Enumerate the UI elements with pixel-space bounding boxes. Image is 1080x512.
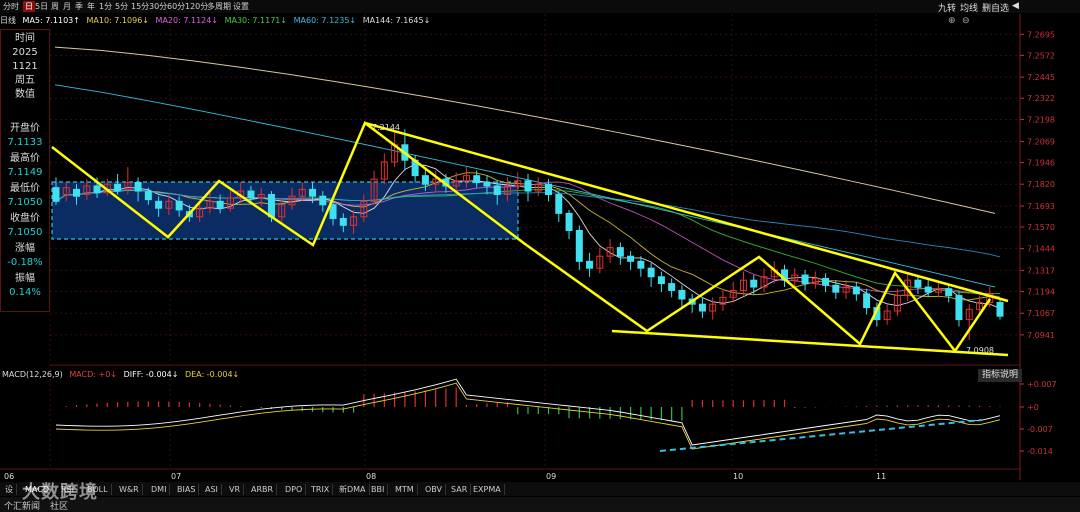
price-tick-label: 7.1444 bbox=[1027, 245, 1055, 254]
candle-body bbox=[637, 260, 645, 269]
candle-body bbox=[955, 295, 963, 321]
price-tick-label: 7.1693 bbox=[1027, 202, 1055, 211]
candle-body bbox=[678, 289, 686, 300]
candle-body bbox=[616, 247, 624, 257]
price-tick-label: 7.2445 bbox=[1027, 73, 1055, 82]
candle-body bbox=[698, 303, 706, 312]
chart-canvas[interactable]: 7.2695 7.2572 7.2445 7.2322 7.2198 7.2069 7.19… bbox=[0, 0, 1080, 512]
price-tick-label: 7.1570 bbox=[1027, 223, 1055, 232]
indicator-tab-5[interactable]: DMI bbox=[148, 484, 171, 495]
low-mark-label: 7.0908 bbox=[966, 346, 994, 355]
month-label-10: 10 bbox=[733, 472, 744, 481]
month-label-07: 07 bbox=[171, 472, 182, 481]
candle-body bbox=[668, 283, 676, 291]
candle-body bbox=[627, 255, 635, 262]
candle-body bbox=[73, 188, 81, 197]
candle-body bbox=[319, 195, 327, 206]
indicator-tab-15[interactable]: OBV bbox=[422, 484, 447, 495]
dea-line bbox=[55, 382, 1001, 450]
watermark-text: 大数跨境 bbox=[22, 482, 98, 503]
candle-body bbox=[267, 193, 275, 218]
price-tick-label: 7.1194 bbox=[1027, 287, 1055, 296]
indicator-doc-button[interactable]: 指标说明 bbox=[978, 369, 1022, 382]
candle-body bbox=[945, 288, 953, 297]
diff-value: DIFF: -0.004↓ bbox=[123, 370, 179, 379]
indicator-tab-0[interactable]: 设 bbox=[2, 484, 17, 495]
indicator-tab-6[interactable]: BIAS bbox=[174, 484, 200, 495]
candle-body bbox=[555, 193, 563, 214]
watermark-logo: 大数跨境 bbox=[22, 478, 98, 504]
candle-body bbox=[914, 279, 922, 288]
month-label-11: 11 bbox=[876, 472, 887, 481]
candle-body bbox=[52, 187, 60, 202]
price-tick-label: 7.2198 bbox=[1027, 115, 1055, 124]
indicator-tab-17[interactable]: EXPMA bbox=[470, 484, 505, 495]
candle-body bbox=[647, 267, 655, 278]
candle-body bbox=[247, 190, 255, 199]
indicator-tab-9[interactable]: ARBR bbox=[248, 484, 278, 495]
macd-legend: MACD(12,26,9) MACD: +0↓ DIFF: -0.004↓ DE… bbox=[2, 370, 243, 379]
price-tick-label: 7.1820 bbox=[1027, 180, 1055, 189]
candle-body bbox=[801, 274, 809, 285]
candle-body bbox=[586, 260, 594, 269]
indicator-tab-12[interactable]: 新DMA bbox=[336, 484, 370, 495]
price-tick-label: 7.1317 bbox=[1027, 266, 1055, 275]
candle-body bbox=[134, 182, 142, 192]
month-label-09: 09 bbox=[546, 472, 557, 481]
indicator-tab-8[interactable]: VR bbox=[226, 484, 245, 495]
candle-body bbox=[852, 286, 860, 295]
candle-body bbox=[216, 200, 224, 209]
candle-body bbox=[144, 190, 152, 201]
macd-tick-label: -0.007 bbox=[1027, 425, 1053, 434]
dea-value: DEA: -0.004↓ bbox=[184, 370, 240, 379]
candle-body bbox=[329, 204, 337, 219]
candle-body bbox=[545, 183, 553, 195]
candle-body bbox=[421, 175, 429, 185]
price-tick-label: 7.1946 bbox=[1027, 159, 1055, 168]
macd-tick-label: +0.007 bbox=[1027, 380, 1057, 389]
candle-body bbox=[93, 185, 101, 194]
macd-tick-label: -0.014 bbox=[1027, 447, 1053, 456]
macd-title: MACD(12,26,9) bbox=[2, 370, 63, 379]
candle-body bbox=[750, 279, 758, 288]
macd-value: MACD: +0↓ bbox=[69, 370, 118, 379]
macd-tick-label: +0 bbox=[1027, 403, 1039, 412]
indicator-tab-11[interactable]: TRIX bbox=[308, 484, 334, 495]
candle-body bbox=[493, 185, 501, 195]
candle-body bbox=[175, 200, 183, 211]
candle-body bbox=[309, 188, 317, 197]
indicator-tab-14[interactable]: MTM bbox=[392, 484, 418, 495]
indicator-tab-10[interactable]: DPO bbox=[282, 484, 307, 495]
indicator-tab-16[interactable]: SAR bbox=[448, 484, 472, 495]
candle-body bbox=[996, 301, 1004, 317]
indicator-tab-7[interactable]: ASI bbox=[202, 484, 222, 495]
price-tick-label: 7.2322 bbox=[1027, 94, 1055, 103]
month-label-06: 06 bbox=[4, 472, 15, 481]
candle-body bbox=[575, 229, 583, 262]
candle-body bbox=[473, 175, 481, 184]
candle-body bbox=[155, 200, 163, 209]
high-mark-label: 7.2144 bbox=[372, 123, 400, 132]
candle-body bbox=[524, 180, 532, 192]
price-tick-label: 7.2695 bbox=[1027, 30, 1055, 39]
candle-body bbox=[924, 286, 932, 293]
price-tick-label: 7.2069 bbox=[1027, 138, 1055, 147]
candle-body bbox=[114, 183, 122, 192]
price-tick-label: 7.1067 bbox=[1027, 309, 1055, 318]
candle-body bbox=[339, 217, 347, 226]
price-tick-label: 7.2572 bbox=[1027, 51, 1055, 60]
candle-body bbox=[657, 276, 665, 285]
indicator-tab-13[interactable]: BBI bbox=[368, 484, 389, 495]
candle-body bbox=[832, 284, 840, 293]
price-tick-label: 7.0941 bbox=[1027, 331, 1055, 340]
candle-body bbox=[483, 182, 491, 187]
indicator-tab-4[interactable]: W&R bbox=[116, 484, 143, 495]
candle-body bbox=[565, 212, 573, 231]
month-label-08: 08 bbox=[366, 472, 377, 481]
candle-body bbox=[863, 293, 871, 309]
footer-bar: 个汇新闻 社区 bbox=[0, 497, 1080, 512]
candle-body bbox=[822, 277, 830, 286]
